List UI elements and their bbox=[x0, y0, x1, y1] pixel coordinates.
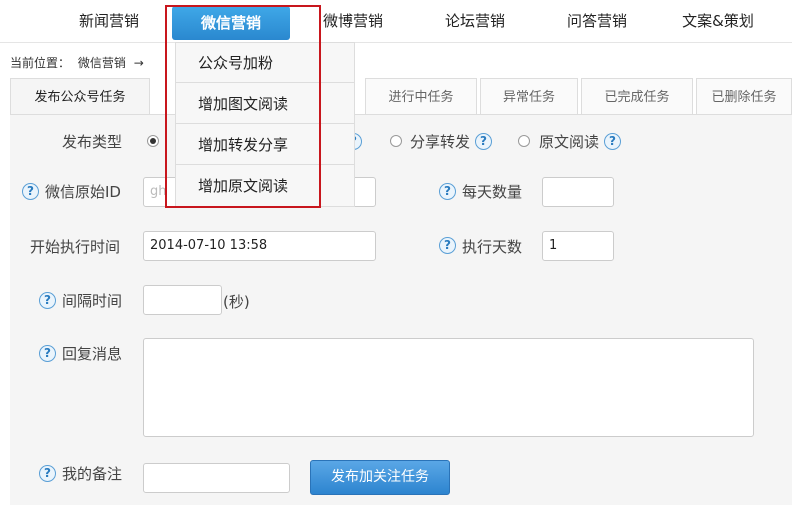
nav-copywriting[interactable]: 文案&策划 bbox=[668, 0, 768, 43]
remark-input[interactable] bbox=[143, 463, 290, 493]
tab-deleted[interactable]: 已删除任务 bbox=[696, 78, 792, 115]
breadcrumb-arrow-icon: → bbox=[133, 56, 144, 70]
start-time-input[interactable]: 2014-07-10 13:58 bbox=[143, 231, 376, 261]
interval-unit: (秒) bbox=[223, 293, 250, 311]
daily-count-input[interactable] bbox=[542, 177, 614, 207]
breadcrumb-prefix: 当前位置： bbox=[10, 56, 71, 70]
form-panel bbox=[10, 114, 792, 505]
help-icon[interactable]: ? bbox=[475, 133, 492, 150]
publish-type-radio-share[interactable] bbox=[390, 135, 402, 147]
publish-type-radio-original[interactable] bbox=[518, 135, 530, 147]
publish-type-radio-follow[interactable] bbox=[147, 135, 159, 147]
tab-in-progress[interactable]: 进行中任务 bbox=[365, 78, 477, 115]
help-icon[interactable]: ? bbox=[604, 133, 621, 150]
exec-days-input[interactable]: 1 bbox=[542, 231, 614, 261]
nav-forum[interactable]: 论坛营销 bbox=[428, 0, 522, 43]
help-icon[interactable]: ? bbox=[22, 183, 39, 200]
start-time-label: 开始执行时间 bbox=[30, 238, 121, 256]
reply-label: 回复消息 bbox=[62, 345, 123, 363]
task-tabs: 发布公众号任务 进行中任务 异常任务 已完成任务 已删除任务 bbox=[10, 78, 792, 116]
wechat-id-label: 微信原始ID bbox=[45, 183, 121, 201]
interval-input[interactable] bbox=[143, 285, 222, 315]
nav-qa[interactable]: 问答营销 bbox=[550, 0, 644, 43]
help-icon[interactable]: ? bbox=[39, 465, 56, 482]
help-icon[interactable]: ? bbox=[39, 345, 56, 362]
help-icon[interactable]: ? bbox=[439, 183, 456, 200]
nav-news[interactable]: 新闻营销 bbox=[62, 0, 156, 43]
help-icon[interactable]: ? bbox=[39, 292, 56, 309]
tab-abnormal[interactable]: 异常任务 bbox=[480, 78, 578, 115]
highlight-box bbox=[165, 5, 321, 208]
top-nav: 新闻营销 微信营销 微博营销 论坛营销 问答营销 文案&策划 bbox=[0, 0, 792, 43]
help-icon[interactable]: ? bbox=[439, 237, 456, 254]
interval-label: 间隔时间 bbox=[62, 292, 123, 310]
publish-option-share: 分享转发 bbox=[410, 133, 471, 151]
breadcrumb-section[interactable]: 微信营销 bbox=[78, 56, 126, 70]
publish-type-label: 发布类型 bbox=[62, 133, 123, 151]
daily-count-label: 每天数量 bbox=[462, 183, 523, 201]
remark-label: 我的备注 bbox=[62, 465, 123, 483]
publish-follow-task-button[interactable]: 发布加关注任务 bbox=[310, 460, 450, 495]
exec-days-label: 执行天数 bbox=[462, 238, 523, 256]
breadcrumb: 当前位置： 微信营销 → bbox=[10, 54, 148, 71]
reply-textarea[interactable] bbox=[143, 338, 754, 437]
tab-completed[interactable]: 已完成任务 bbox=[581, 78, 693, 115]
publish-option-original: 原文阅读 bbox=[539, 133, 600, 151]
tab-publish[interactable]: 发布公众号任务 bbox=[10, 78, 150, 116]
